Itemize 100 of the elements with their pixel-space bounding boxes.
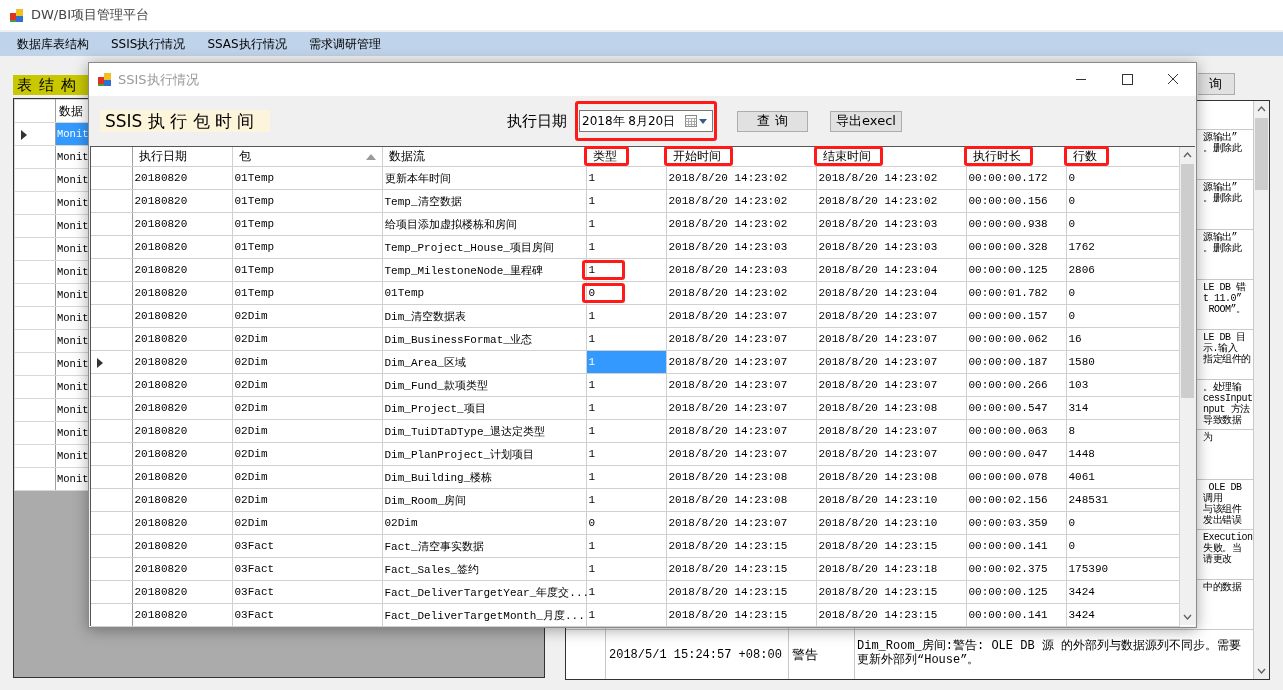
scrollbar[interactable]: [1254, 101, 1269, 679]
table-cell: 20180820: [132, 442, 232, 466]
action-button[interactable]: 查 询: [737, 110, 808, 132]
table-cell: 1: [586, 235, 666, 259]
table-cell-text: LE DB 目: [1203, 332, 1247, 343]
table-cell: Dim_清空数据表: [382, 304, 586, 328]
table-cell: 00:00:00.141: [966, 603, 1066, 627]
table-cell: Fact_DeliverTargetYear_年度交...: [382, 580, 586, 604]
table-cell: 1580: [1066, 350, 1180, 374]
column-header[interactable]: 包: [232, 147, 382, 167]
table-cell: 2018/8/20 14:23:07: [816, 373, 966, 397]
column-header[interactable]: 行数: [1066, 147, 1180, 167]
table-cell: 00:00:00.328: [966, 235, 1066, 259]
table-cell: 2018/8/20 14:23:07: [666, 327, 816, 351]
table-cell: 1: [588, 264, 596, 276]
table-cell-text: LE DB 错: [1203, 282, 1247, 293]
calendar-icon[interactable]: [684, 114, 708, 128]
date-picker[interactable]: 2018年 8月20日: [579, 110, 713, 132]
column-header[interactable]: 执行日期: [132, 147, 232, 167]
table-cell: 03Fact: [232, 534, 382, 558]
table-cell: 2018/8/20 14:23:02: [816, 189, 966, 213]
table-cell: 2018/8/20 14:23:15: [666, 580, 816, 604]
table-cell: 20180820: [132, 189, 232, 213]
column-header[interactable]: 类型: [586, 147, 666, 167]
table-cell: 1: [586, 166, 666, 190]
table-cell: 2018/8/20 14:23:03: [666, 258, 816, 282]
table-cell: 0: [1066, 281, 1180, 305]
table-cell: 20180820: [132, 465, 232, 489]
table-cell: 02Dim: [232, 442, 382, 466]
table-cell: 20180820: [132, 212, 232, 236]
table-cell: 00:00:00.047: [966, 442, 1066, 466]
table-cell: 2018/8/20 14:23:02: [666, 189, 816, 213]
table-cell: Dim_BusinessFormat_业态: [382, 327, 586, 351]
table-cell-text: 源输出”: [1203, 182, 1238, 193]
table-cell-text: 源输出”: [1203, 132, 1238, 143]
table-cell-text: 导致数据: [1203, 415, 1243, 426]
table-cell: 3424: [1066, 580, 1180, 604]
app-icon: [9, 7, 24, 23]
table-cell: 2018/8/20 14:23:07: [816, 304, 966, 328]
menu-item[interactable]: 需求调研管理: [301, 35, 388, 53]
table-cell: 2018/8/20 14:23:03: [666, 235, 816, 259]
table-cell: 4061: [1066, 465, 1180, 489]
table-cell: 02Dim: [232, 350, 382, 374]
table-cell: 20180820: [132, 511, 232, 535]
table-cell: 01Temp: [232, 166, 382, 190]
table-cell: 20180820: [132, 350, 232, 374]
table-cell: 20180820: [132, 534, 232, 558]
query-button[interactable]: 询: [1198, 73, 1235, 95]
table-cell-text: 为: [1203, 432, 1214, 443]
table-cell: 00:00:00.062: [966, 327, 1066, 351]
table-cell: 0: [1066, 304, 1180, 328]
table-cell: 00:00:00.187: [966, 350, 1066, 374]
table-cell: Dim_Building_楼栋: [382, 465, 586, 489]
table-cell: Dim_TuiDTaDType_退达定类型: [382, 419, 586, 443]
table-cell: 2018/8/20 14:23:02: [666, 281, 816, 305]
table-cell: 00:00:00.063: [966, 419, 1066, 443]
column-header[interactable]: 数据流: [382, 147, 586, 167]
table-cell: 02Dim: [232, 373, 382, 397]
table-cell: 1: [586, 557, 666, 581]
table-cell-text: ROOM”。: [1207, 304, 1247, 315]
table-cell: 2018/8/20 14:23:10: [816, 488, 966, 512]
table-cell: 01Temp: [382, 281, 586, 305]
table-cell: 02Dim: [232, 327, 382, 351]
table-cell: 2018/8/20 14:23:02: [666, 166, 816, 190]
table-cell-text: Execution: [1203, 532, 1253, 543]
table-cell: 03Fact: [232, 580, 382, 604]
table-cell-text: 示.输入: [1203, 343, 1239, 354]
panel-title: 表 结 构: [13, 75, 88, 95]
table-cell-text: cessInput: [1203, 393, 1253, 404]
column-header[interactable]: 开始时间: [666, 147, 816, 167]
table-cell: 00:00:00.938: [966, 212, 1066, 236]
table-cell: 2018/8/20 14:23:04: [816, 258, 966, 282]
table-cell-text: 源输出”: [1203, 232, 1238, 243]
table-cell: 1: [586, 534, 666, 558]
table-cell: 1: [586, 465, 666, 489]
table-cell: 0: [1066, 166, 1180, 190]
menu-item[interactable]: SSAS执行情况: [200, 35, 294, 53]
column-header[interactable]: 执行时长: [966, 147, 1066, 167]
table-cell: 00:00:01.782: [966, 281, 1066, 305]
menu-item[interactable]: 数据库表结构: [10, 35, 96, 53]
table-cell-text: OLE DB: [1207, 482, 1243, 493]
table-cell: 2806: [1066, 258, 1180, 282]
table-cell: Temp_清空数据: [382, 189, 586, 213]
table-cell-text: 与该组件: [1203, 504, 1243, 515]
menu-item[interactable]: SSIS执行情况: [104, 35, 193, 53]
table-cell: 02Dim: [232, 396, 382, 420]
table-cell: 1448: [1066, 442, 1180, 466]
table-cell: 1: [586, 327, 666, 351]
table-cell: 175390: [1066, 557, 1180, 581]
table-cell: 03Fact: [232, 557, 382, 581]
table-cell: 2018/8/20 14:23:07: [666, 511, 816, 535]
scrollbar[interactable]: [1180, 147, 1195, 625]
table-cell: 0: [1066, 511, 1180, 535]
column-header[interactable]: 结束时间: [816, 147, 966, 167]
table-cell: 20180820: [132, 419, 232, 443]
table-cell: 1: [586, 212, 666, 236]
table-cell-text: 指定组件的: [1203, 354, 1252, 365]
action-button[interactable]: 导出execl: [830, 110, 902, 132]
table-cell: 01Temp: [232, 258, 382, 282]
table-cell: 1762: [1066, 235, 1180, 259]
